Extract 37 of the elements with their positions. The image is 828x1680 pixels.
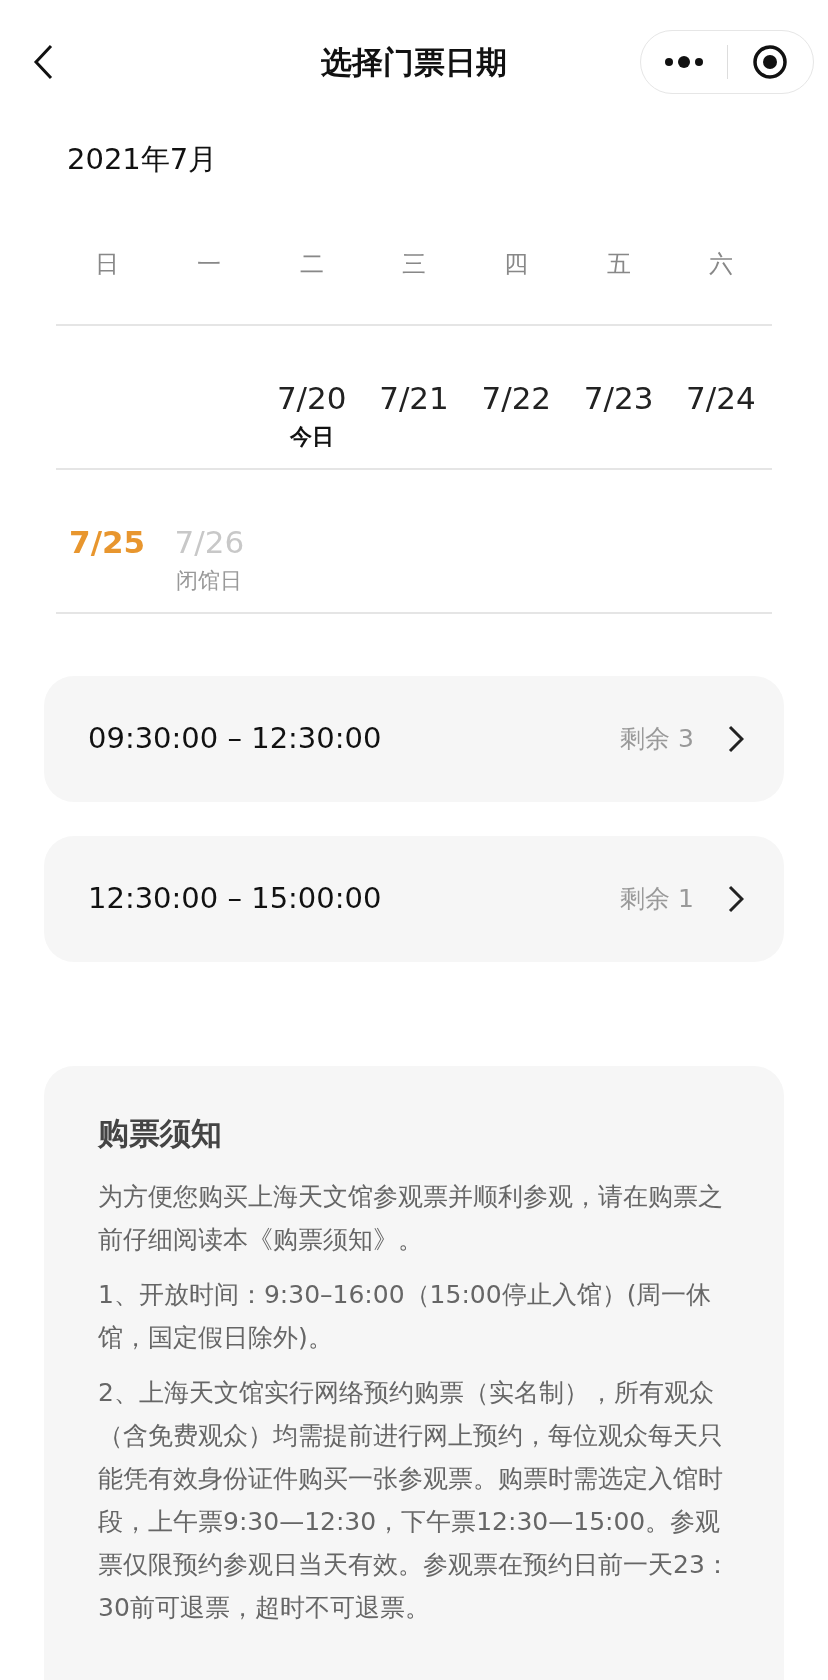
date-number: 7/20: [276, 379, 347, 418]
weekday-label: 六: [669, 234, 772, 326]
notice-paragraph: 1、开放时间：9:30–16:00（15:00停止入馆）(周一休馆，国定假日除外)。: [98, 1278, 713, 1354]
page-title: 选择门票日期: [321, 43, 507, 82]
remaining-count: 剩余 3: [620, 723, 694, 756]
chevron-right-icon: [728, 885, 744, 913]
chevron-right-icon: [728, 725, 744, 753]
date-number: 7/25: [69, 523, 146, 562]
date-cell[interactable]: 7/21: [362, 378, 466, 418]
weekday-label: 五: [567, 234, 670, 326]
notice-paragraph: 为方便您购买上海天文馆参观票并顺利参观，请在购票之前仔细阅读本《购票须知》。: [98, 1180, 724, 1256]
date-note: 今日: [289, 423, 334, 451]
date-number: 7/22: [481, 379, 552, 418]
month-label: 2021年7月: [66, 141, 219, 178]
date-number: 7/21: [379, 379, 449, 418]
weekday-label: 二: [260, 234, 363, 326]
date-number: 7/23: [583, 379, 654, 418]
more-icon: [663, 55, 704, 69]
weekday-label: 日: [56, 234, 159, 326]
notice-paragraph: 2、上海天文馆实行网络预约购票（实名制），所有观众（含免费观众）均需提前进行网上预约，每位观众每天只能凭有效身份证件购买一张参观票。购票时需选定入馆时段，上午票9:30—12:30，下午票12:30—15:00。参观票仅限预约参观日当天有效。参观票在预约日前一天23：30前可退票，超时不可退票。: [98, 1376, 731, 1624]
date-cell[interactable]: 7/24: [669, 378, 772, 418]
target-icon: [752, 44, 789, 80]
date-cell[interactable]: 7/23: [567, 378, 670, 418]
date-number: 7/24: [686, 379, 756, 418]
weekday-label: 四: [465, 234, 568, 326]
time-range: 09:30:00 – 12:30:00: [88, 720, 383, 758]
notice-title: 购票须知: [98, 1114, 223, 1153]
remaining-count: 剩余 1: [620, 883, 694, 916]
weekday-label: 一: [158, 234, 261, 326]
time-slot-row[interactable]: 09:30:00 – 12:30:00 剩余 3: [44, 676, 784, 802]
date-note: 闭馆日: [176, 567, 243, 595]
weekday-label: 三: [362, 234, 466, 326]
time-range: 12:30:00 – 15:00:00: [88, 880, 383, 918]
time-slot-row[interactable]: 12:30:00 – 15:00:00 剩余 1: [44, 836, 784, 962]
date-cell[interactable]: 7/20 今日: [260, 378, 363, 456]
date-cell[interactable]: 7/22: [465, 378, 568, 418]
back-icon: [32, 43, 54, 81]
